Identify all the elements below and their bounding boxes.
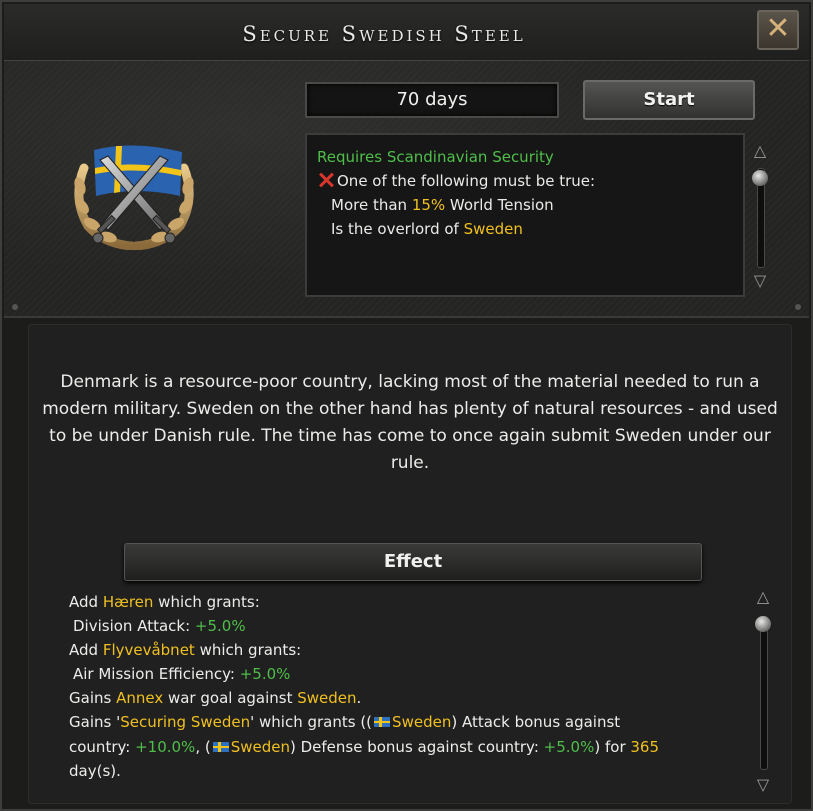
requirements-scrollbar[interactable]: △ ▽: [749, 142, 771, 292]
scroll-thumb[interactable]: [755, 616, 771, 632]
close-button[interactable]: ✕: [757, 10, 799, 50]
effect-text: Gains: [69, 689, 117, 708]
focus-duration: 70 days: [305, 82, 559, 118]
scroll-thumb[interactable]: [752, 170, 768, 186]
scroll-down-arrow-icon[interactable]: ▽: [749, 272, 771, 290]
war-goal-name: Annex: [116, 689, 164, 708]
close-x-icon: ✕: [765, 11, 791, 46]
scroll-up-arrow-icon[interactable]: △: [749, 142, 771, 160]
condition-option-world-tension: More than 15% World Tension: [317, 193, 743, 217]
option-text: World Tension: [445, 196, 554, 214]
condition-label: One of the following must be true:: [337, 172, 596, 190]
scroll-up-arrow-icon[interactable]: △: [752, 588, 774, 606]
duration-days: 365: [630, 737, 660, 756]
effect-text: Gains ': [69, 713, 121, 732]
condition-option-overlord: Is the overlord of Sweden: [317, 217, 743, 241]
focus-description: Denmark is a resource-poor country, lack…: [42, 372, 778, 473]
effect-text: ) Attack bonus against: [451, 713, 621, 732]
effect-line: Gains Annex war goal against Sweden.: [69, 686, 749, 710]
effect-line: Add Hæren which grants:: [69, 590, 749, 614]
effects-list: Add Hæren which grants: Division Attack:…: [69, 590, 749, 783]
country-name: Sweden: [463, 220, 523, 238]
effect-text: war goal against: [163, 689, 298, 708]
modifier-label: Air Mission Efficiency:: [73, 665, 240, 684]
effect-text: which grants:: [153, 593, 260, 611]
effect-line: country: +10.0%, ( Sweden) Defense bonus …: [69, 735, 749, 759]
effect-text: ' which grants ((: [250, 713, 373, 732]
effect-text: ) Defense bonus against country:: [290, 737, 544, 756]
window-title: Secure Swedish Steel: [242, 22, 526, 46]
effects-scrollbar[interactable]: △ ▽: [752, 588, 774, 796]
effect-text: .: [356, 689, 362, 708]
effect-text: Add: [69, 593, 103, 611]
spirit-name: Flyvevåbnet: [102, 641, 195, 660]
country-name: Sweden: [297, 689, 357, 708]
condition-row: One of the following must be true:: [317, 169, 743, 193]
effect-line: Division Attack: +5.0%: [69, 614, 749, 638]
option-text: More than: [331, 196, 412, 214]
requirements-panel: Requires Scandinavian Security One of th…: [305, 133, 745, 297]
tension-value: 15%: [411, 196, 446, 214]
bonus-name: Securing Sweden: [120, 713, 251, 732]
effect-line: day(s).: [69, 761, 121, 780]
unmet-cross-icon: [317, 171, 335, 189]
modifier-label: Division Attack:: [73, 617, 195, 636]
effect-line: Air Mission Efficiency: +5.0%: [69, 662, 749, 686]
effect-line: Add Flyvevåbnet which grants:: [69, 638, 749, 662]
effect-text: country:: [69, 737, 136, 756]
effect-line: Gains 'Securing Sweden' which grants (( S…: [69, 710, 749, 734]
option-text: Is the overlord of: [331, 220, 464, 238]
title-bar: Secure Swedish Steel: [4, 4, 809, 61]
corner-rivet: [795, 304, 801, 310]
effect-header: Effect: [124, 543, 702, 581]
modifier-value: +10.0%: [135, 737, 196, 756]
country-name: Sweden: [230, 737, 290, 756]
focus-emblem-icon: [70, 138, 198, 251]
swedish-flag-icon: [212, 741, 229, 752]
corner-rivet: [12, 304, 18, 310]
swedish-flag-icon: [374, 717, 391, 728]
prerequisite-label: Requires Scandinavian Security: [317, 148, 554, 166]
modifier-value: +5.0%: [543, 737, 595, 756]
scroll-down-arrow-icon[interactable]: ▽: [752, 776, 774, 794]
effect-text: Add: [69, 641, 103, 660]
effect-text: which grants:: [194, 641, 302, 660]
country-name: Sweden: [392, 713, 452, 732]
effect-text: ) for: [594, 737, 631, 756]
modifier-value: +5.0%: [239, 665, 291, 684]
scroll-track[interactable]: [760, 616, 768, 770]
effect-text: , (: [195, 737, 211, 756]
start-button[interactable]: Start: [583, 80, 755, 120]
spirit-name: Hæren: [102, 593, 154, 611]
modifier-value: +5.0%: [194, 617, 246, 636]
